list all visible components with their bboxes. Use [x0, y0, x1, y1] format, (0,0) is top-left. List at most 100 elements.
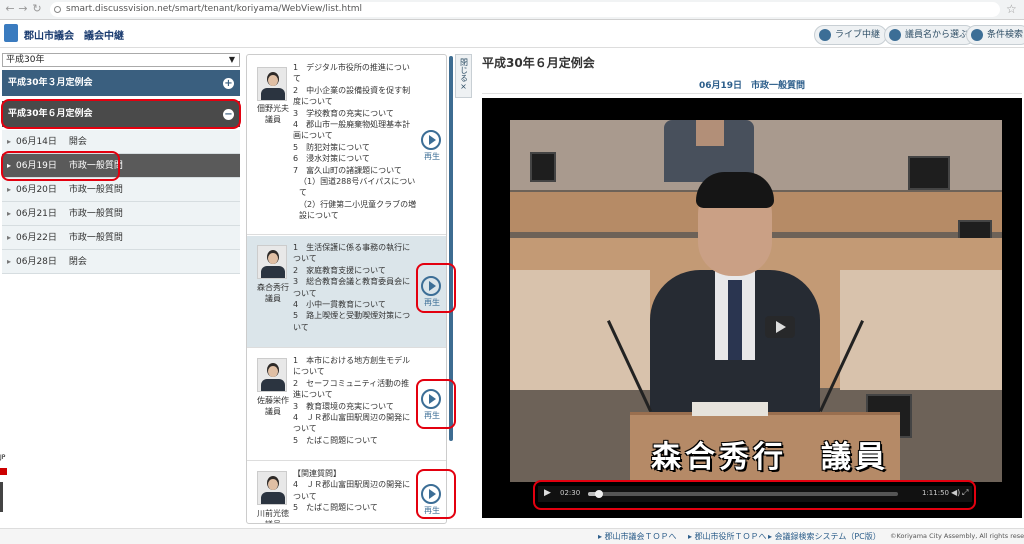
day-date: 06月28日 — [16, 257, 57, 267]
address-bar[interactable]: smart.discussvision.net/smart/tenant/kor… — [50, 2, 1000, 17]
speaker-photo — [257, 358, 287, 392]
annotation-box — [1, 99, 241, 129]
back-icon[interactable]: ← — [3, 2, 17, 16]
day-item[interactable]: 06月22日 市政一般質問 — [2, 226, 240, 250]
site-logo[interactable]: 郡山市議会 議会中継 — [24, 27, 124, 42]
annotation-box — [1, 151, 120, 181]
footer-link-label: 郡山市役所ＴＯＰへ — [694, 532, 767, 541]
speaker-entry: 佃野光夫 議員 1 デジタル市役所の推進について 2 中小企業の設備投資を促す制… — [247, 55, 446, 235]
close-icon: × — [460, 82, 467, 91]
footer-link-assembly-top[interactable]: ▸ 郡山市議会ＴＯＰへ — [598, 531, 677, 542]
topic-item: 4 郡山市一般廃棄物処理基本計画について — [293, 120, 411, 141]
footer-link-label: 会議録検索システム（PC版） — [774, 532, 881, 541]
footer-link-minutes-search[interactable]: ▸ 会議録検索システム（PC版） — [768, 531, 881, 542]
topic-item: 1 デジタル市役所の推進について — [293, 63, 410, 84]
video-caption: 森合秀行 議員 — [651, 440, 889, 475]
speaker-topics: 【関連質問】 4 ＪＲ郡山富田駅周辺の開発について 5 たばこ問題について — [293, 468, 417, 514]
annotation-box — [533, 480, 976, 510]
day-date: 06月14日 — [16, 137, 57, 147]
topic-item: 5 路上喫煙と受動喫煙対策について — [293, 311, 411, 332]
speaker-title: 議員 — [253, 519, 293, 523]
live-broadcast-button[interactable]: ライブ中継 — [814, 25, 888, 45]
center-play-icon[interactable] — [765, 316, 795, 338]
info-icon[interactable] — [54, 6, 61, 13]
close-panel-tab[interactable]: 閉じる × — [455, 54, 472, 98]
video-subtitle: 06月19日 市政一般質問 — [482, 78, 1022, 94]
topic-item: 6 浸水対策について — [293, 154, 370, 164]
topic-item: 2 家庭教育支援について — [293, 265, 386, 275]
annotation-box — [416, 469, 456, 519]
close-panel-label: 閉じる — [459, 58, 469, 82]
topic-item: 4 小中一貫教育について — [293, 300, 386, 310]
speaker-name: 佐藤栄作 — [257, 396, 289, 405]
topic-item: 2 セーフコミュニティ活動の推進について — [293, 378, 410, 400]
footer-link-label: 郡山市議会ＴＯＰへ — [604, 532, 677, 541]
speaker-name: 森合秀行 — [257, 283, 289, 292]
topic-item: 【関連質問】 — [293, 469, 341, 478]
day-date: 06月20日 — [16, 185, 57, 195]
annotation-box — [416, 379, 456, 429]
live-broadcast-label: ライブ中継 — [835, 30, 881, 40]
speaker-photo — [257, 471, 287, 505]
topic-item: 3 学校教育の充実について — [293, 108, 394, 118]
topic-item: 5 たばこ問題について — [293, 435, 378, 445]
video-frame: 森合秀行 議員 — [510, 120, 1002, 482]
day-item[interactable]: 06月28日 閉会 — [2, 250, 240, 274]
reload-icon[interactable]: ↻ — [30, 2, 44, 16]
copyright: ©Koriyama City Assembly, All rights rese… — [890, 532, 1024, 540]
topic-item: 3 総合教育会議と教育委員会について — [293, 277, 411, 298]
play-icon — [421, 130, 441, 150]
topic-item: 5 たばこ問題について — [293, 503, 378, 513]
topic-item: 5 防犯対策について — [293, 142, 370, 152]
speaker-title: 議員 — [265, 407, 281, 416]
forward-icon[interactable]: → — [16, 2, 30, 16]
day-date: 06月22日 — [16, 233, 57, 243]
search-icon — [971, 29, 983, 41]
day-date: 06月21日 — [16, 209, 57, 219]
day-label: 開会 — [68, 137, 87, 147]
play-button[interactable]: 再生 — [421, 130, 443, 162]
condition-search-button[interactable]: 条件検索 — [966, 25, 1024, 45]
day-label: 市政一般質問 — [68, 233, 123, 243]
bookmark-star-icon[interactable]: ☆ — [1006, 2, 1020, 16]
day-label: 市政一般質問 — [68, 209, 123, 219]
topic-item: 1 本市における地方創生モデルについて — [293, 356, 411, 377]
topic-item: （1）国道288号バイパスについて — [299, 177, 416, 198]
year-select-value: 平成30年 — [6, 55, 45, 65]
select-by-member-button[interactable]: 議員名から選ぶ — [884, 25, 976, 45]
day-item[interactable]: 06月20日 市政一般質問 — [2, 178, 240, 202]
annotation-box — [416, 263, 456, 313]
select-by-member-label: 議員名から選ぶ — [905, 30, 969, 40]
topic-item: 1 生活保護に係る事務の執行について — [293, 243, 411, 264]
speaker-topics: 1 生活保護に係る事務の執行について 2 家庭教育支援について 3 総合教育会議… — [293, 242, 417, 333]
session-header-march[interactable]: 平成30年３月定例会 + — [2, 70, 240, 96]
speaker-photo — [257, 245, 287, 279]
video-player[interactable]: 森合秀行 議員 ▶ 02:30 1:11:50 ◀) ⤢ — [482, 98, 1022, 518]
speaker-topics: 1 デジタル市役所の推進について 2 中小企業の設備投資を促す制度について 3 … — [293, 62, 417, 222]
day-label: 市政一般質問 — [68, 185, 123, 195]
topic-item: 7 富久山町の諸課題について — [293, 165, 402, 175]
condition-search-label: 条件検索 — [987, 30, 1024, 40]
topic-item: 3 教育環境の充実について — [293, 401, 394, 411]
chevron-down-icon: ▼ — [228, 55, 235, 64]
broadcast-icon — [819, 29, 831, 41]
speaker-topics: 1 本市における地方創生モデルについて 2 セーフコミュニティ活動の推進について… — [293, 355, 417, 446]
speaker-name: 佃野光夫 — [257, 104, 289, 113]
day-item[interactable]: 06月21日 市政一般質問 — [2, 202, 240, 226]
city-emblem-icon — [4, 24, 18, 42]
topic-item: 4 ＪＲ郡山富田駅周辺の開発について — [293, 413, 411, 434]
speaker-photo — [257, 67, 287, 101]
year-select[interactable]: 平成30年 ▼ — [2, 53, 240, 67]
footer-link-city-top[interactable]: ▸ 郡山市役所ＴＯＰへ — [688, 531, 767, 542]
person-icon — [889, 29, 901, 41]
cropped-edge-marks: JP — [0, 454, 12, 514]
play-label: 再生 — [424, 152, 440, 161]
speaker-title: 議員 — [265, 294, 281, 303]
topic-item: 2 中小企業の設備投資を促す制度について — [293, 85, 411, 107]
session-label: 平成30年３月定例会 — [8, 78, 93, 88]
topic-item: （2）行健第二小児童クラブの増設について — [299, 199, 417, 221]
video-title: 平成30年６月定例会 — [482, 56, 595, 70]
topic-item: 4 ＪＲ郡山富田駅周辺の開発について — [293, 480, 411, 501]
expand-icon: + — [223, 78, 234, 89]
speaker-title: 議員 — [265, 115, 281, 124]
